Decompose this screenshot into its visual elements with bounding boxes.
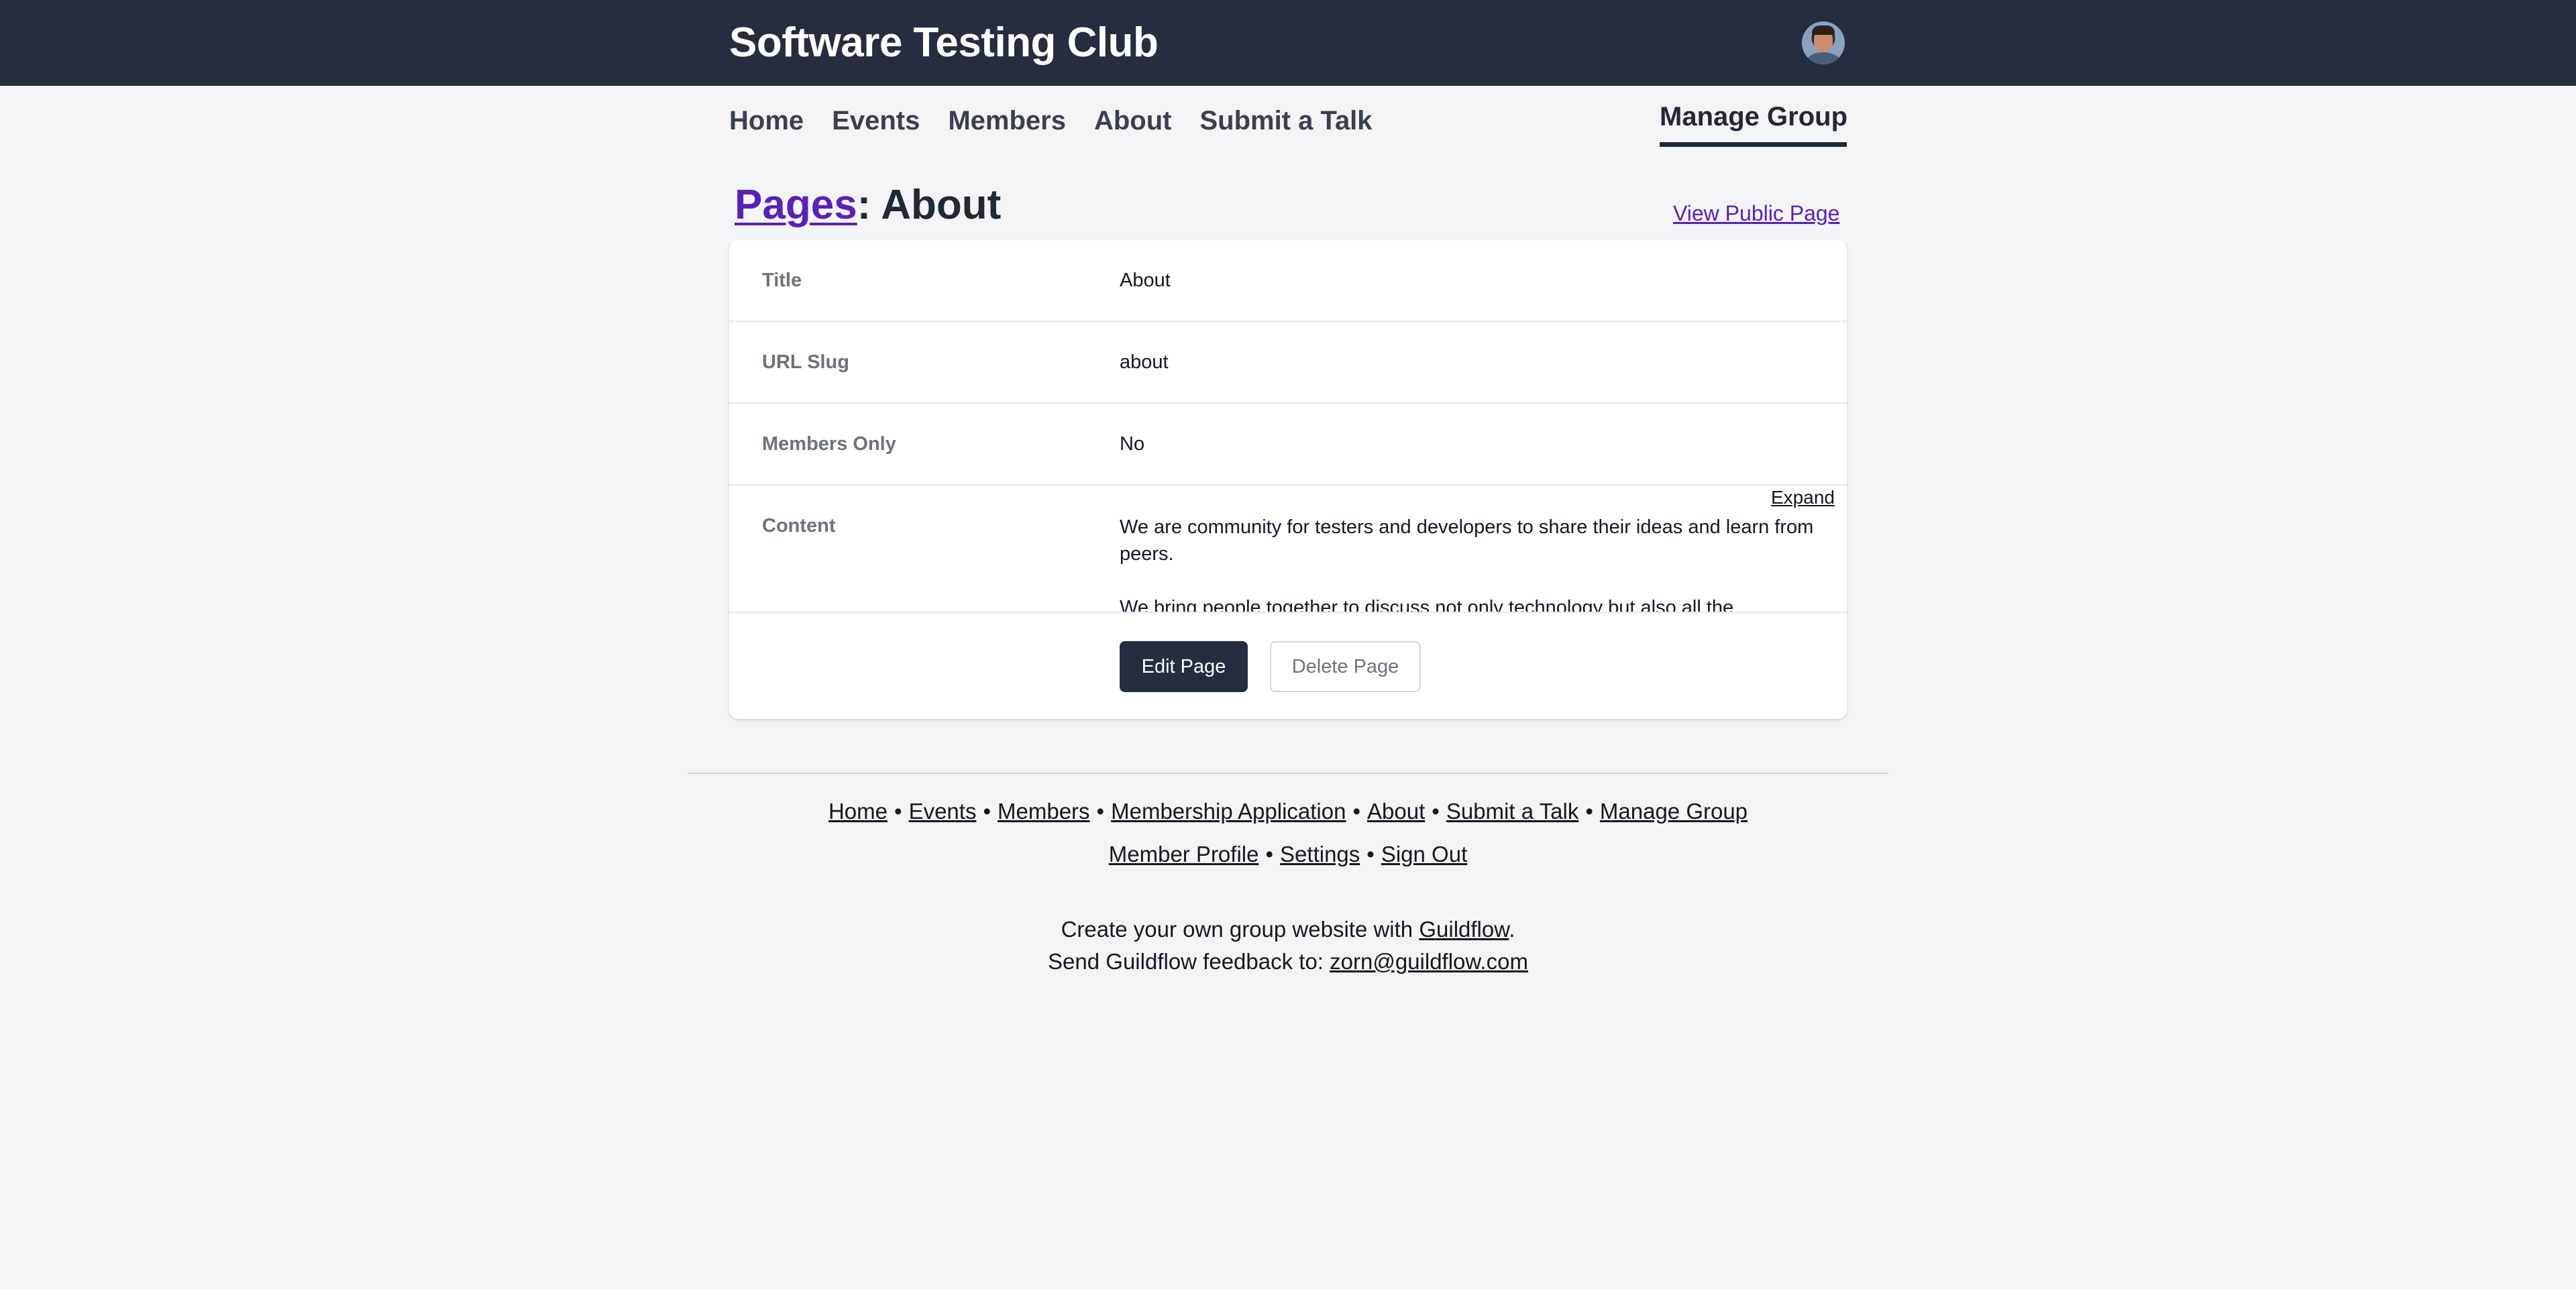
footer-link-submit-talk[interactable]: Submit a Talk xyxy=(1446,799,1578,824)
active-tab-indicator xyxy=(1660,142,1847,147)
footer-link-members[interactable]: Members xyxy=(998,799,1090,824)
feedback-email-link[interactable]: zorn@guildflow.com xyxy=(1330,949,1528,974)
footer-link-member-profile[interactable]: Member Profile xyxy=(1109,842,1259,866)
detail-label: URL Slug xyxy=(762,351,849,373)
content-preview: We are community for testers and develop… xyxy=(1120,514,1834,613)
create-text: Create your own group website with xyxy=(1061,917,1419,942)
separator: • xyxy=(1585,799,1593,824)
footer-divider xyxy=(688,773,1888,774)
top-bar: Software Testing Club xyxy=(0,0,2576,86)
separator: • xyxy=(983,799,991,824)
footer-link-membership-application[interactable]: Membership Application xyxy=(1111,799,1346,824)
separator: • xyxy=(894,799,902,824)
delete-page-button[interactable]: Delete Page xyxy=(1270,641,1421,692)
footer-feedback-text: Send Guildflow feedback to: zorn@guildfl… xyxy=(0,949,2576,974)
footer-link-about[interactable]: About xyxy=(1367,799,1425,824)
nav-manage-group[interactable]: Manage Group xyxy=(1660,102,1847,132)
guildflow-link[interactable]: Guildflow xyxy=(1419,917,1509,942)
nav-members[interactable]: Members xyxy=(948,106,1066,136)
view-public-page-link[interactable]: View Public Page xyxy=(1673,201,1839,226)
footer-link-home[interactable]: Home xyxy=(828,799,888,824)
edit-page-button[interactable]: Edit Page xyxy=(1120,641,1248,692)
detail-row-members-only: Members Only No xyxy=(729,404,1847,486)
expand-link[interactable]: Expand xyxy=(1771,487,1835,508)
footer-link-sign-out[interactable]: Sign Out xyxy=(1381,842,1467,866)
detail-value: about xyxy=(1120,351,1169,373)
nav-events[interactable]: Events xyxy=(832,106,920,136)
footer-link-events[interactable]: Events xyxy=(909,799,977,824)
page-details-card: Title About URL Slug about Members Only … xyxy=(729,240,1847,719)
content-paragraph: We bring people together to discuss not … xyxy=(1120,597,1734,613)
detail-label: Members Only xyxy=(762,433,896,455)
main-nav: Home Events Members About Submit a Talk xyxy=(729,106,1401,136)
feedback-text: Send Guildflow feedback to: xyxy=(1048,949,1330,974)
separator: • xyxy=(1352,799,1361,824)
breadcrumb-pages-link[interactable]: Pages xyxy=(735,182,857,228)
create-text-end: . xyxy=(1509,917,1515,942)
site-title[interactable]: Software Testing Club xyxy=(729,19,1159,66)
page-title: Pages: About xyxy=(735,181,1001,229)
nav-about[interactable]: About xyxy=(1094,106,1172,136)
detail-value: No xyxy=(1120,433,1145,455)
separator: • xyxy=(1096,799,1105,824)
page-title-text: : About xyxy=(857,182,1002,228)
separator: • xyxy=(1366,842,1375,866)
footer-links-row-2: Member Profile • Settings • Sign Out xyxy=(0,842,2576,867)
content-paragraph: We are community for testers and develop… xyxy=(1120,516,1814,565)
detail-label: Title xyxy=(762,270,802,291)
detail-row-title: Title About xyxy=(729,240,1847,322)
detail-label: Content xyxy=(762,515,836,537)
footer-link-settings[interactable]: Settings xyxy=(1280,842,1360,866)
footer-create-text: Create your own group website with Guild… xyxy=(0,917,2576,942)
footer-link-manage-group[interactable]: Manage Group xyxy=(1600,799,1748,824)
detail-value: About xyxy=(1120,270,1171,291)
nav-submit-talk[interactable]: Submit a Talk xyxy=(1199,106,1372,136)
separator: • xyxy=(1265,842,1274,866)
user-avatar-icon[interactable] xyxy=(1802,21,1845,64)
footer-links-row-1: Home • Events • Members • Membership Applicati… xyxy=(0,799,2576,824)
detail-row-content[interactable]: Content We are community for testers and… xyxy=(729,486,1847,613)
separator: • xyxy=(1432,799,1440,824)
nav-home[interactable]: Home xyxy=(729,106,804,136)
detail-row-url-slug: URL Slug about xyxy=(729,322,1847,404)
